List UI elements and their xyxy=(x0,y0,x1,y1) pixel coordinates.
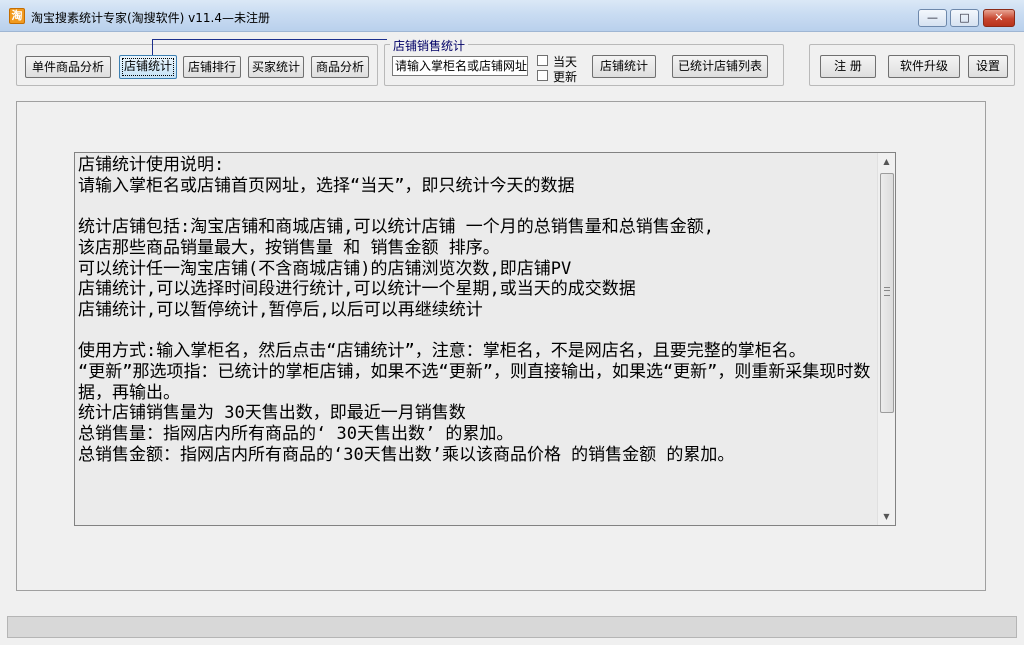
settings-button[interactable]: 设置 xyxy=(968,55,1008,78)
store-ranking-button[interactable]: 店铺排行 xyxy=(183,56,241,78)
minimize-button[interactable]: — xyxy=(918,9,947,27)
memo-line: 店铺统计,可以暂停统计,暂停后,以后可以再继续统计 xyxy=(78,299,483,320)
tab-connector-line xyxy=(152,39,387,55)
memo-blank-line xyxy=(78,196,878,217)
instructions-textarea[interactable]: 店铺统计使用说明: 请输入掌柜名或店铺首页网址，选择“当天”，即只统计今天的数据… xyxy=(74,152,896,526)
update-checkbox-label: 更新 xyxy=(553,70,578,84)
memo-line: 总销售量：指网店内所有商品的‘ 30天售出数’ 的累加。 xyxy=(78,424,514,445)
counted-store-list-button[interactable]: 已统计店铺列表 xyxy=(672,55,768,78)
product-analysis-button[interactable]: 商品分析 xyxy=(311,56,369,78)
app-icon: 淘 xyxy=(9,8,25,24)
single-item-analysis-button[interactable]: 单件商品分析 xyxy=(25,56,111,78)
scroll-up-icon[interactable]: ▲ xyxy=(878,153,895,170)
register-button[interactable]: 注 册 xyxy=(820,55,876,78)
memo-line: “更新”那选项指：已统计的掌柜店铺，如果不选“更新”，则直接输出，如果选“更新”… xyxy=(78,362,871,403)
close-button[interactable]: ✕ xyxy=(983,9,1015,27)
today-checkbox[interactable] xyxy=(537,55,548,66)
memo-line: 使用方式:输入掌柜名，然后点击“店铺统计”，注意：掌柜名，不是网店名，且要完整的… xyxy=(78,341,806,362)
memo-line: 统计店铺包括:淘宝店铺和商城店铺,可以统计店铺 一个月的总销售量和总销售金额, xyxy=(78,217,714,238)
shop-keeper-input[interactable]: 请输入掌柜名或店铺网址 xyxy=(392,56,528,76)
scroll-thumb[interactable] xyxy=(880,173,894,413)
memo-line: 店铺统计使用说明: xyxy=(78,155,225,175)
window-title: 淘宝搜素统计专家(淘搜软件) v11.4—未注册 xyxy=(31,11,270,25)
memo-line: 统计店铺销售量为 30天售出数，即最近一月销售数 xyxy=(78,403,466,424)
grip-icon xyxy=(884,287,890,296)
maximize-button[interactable]: □ xyxy=(950,9,979,27)
memo-line: 总销售金额：指网店内所有商品的‘30天售出数’乘以该商品价格 的销售金额 的累加… xyxy=(78,444,735,465)
memo-line: 店铺统计,可以选择时间段进行统计,可以统计一个星期,或当天的成交数据 xyxy=(78,279,636,300)
upgrade-button[interactable]: 软件升级 xyxy=(888,55,960,78)
store-stats-tab-button[interactable]: 店铺统计 xyxy=(119,55,177,79)
instructions-text: 店铺统计使用说明: 请输入掌柜名或店铺首页网址，选择“当天”，即只统计今天的数据… xyxy=(78,155,878,466)
status-bar xyxy=(7,616,1017,638)
scroll-down-icon[interactable]: ▼ xyxy=(878,508,895,525)
memo-line: 可以统计任一淘宝店铺(不含商城店铺)的店铺浏览次数,即店铺PV xyxy=(78,258,572,279)
store-sales-caption: 店铺销售统计 xyxy=(390,37,469,54)
memo-line: 该店那些商品销量最大，按销售量 和 销售金额 排序。 xyxy=(78,237,500,258)
update-checkbox[interactable] xyxy=(537,70,548,81)
store-stats-button[interactable]: 店铺统计 xyxy=(592,55,656,78)
buyer-stats-button[interactable]: 买家统计 xyxy=(248,56,304,78)
memo-blank-line xyxy=(78,321,878,342)
title-bar[interactable]: 淘 淘宝搜素统计专家(淘搜软件) v11.4—未注册 — □ ✕ xyxy=(0,0,1024,32)
memo-line: 请输入掌柜名或店铺首页网址，选择“当天”，即只统计今天的数据 xyxy=(78,175,575,196)
vertical-scrollbar[interactable]: ▲ ▼ xyxy=(877,153,895,525)
